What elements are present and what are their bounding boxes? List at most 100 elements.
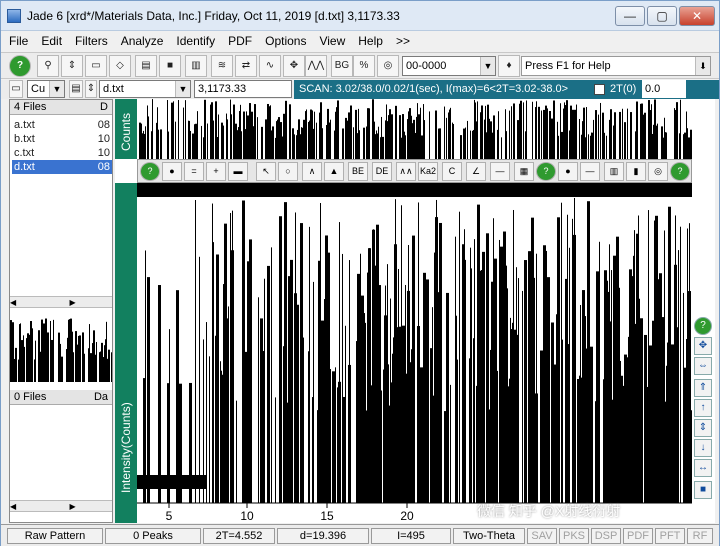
menu-edit[interactable]: Edit (33, 31, 67, 48)
file-row-b[interactable]: b.txt 10 (12, 132, 112, 146)
clear-icon[interactable]: C (442, 162, 462, 181)
close-button[interactable]: ✕ (679, 6, 715, 26)
angle-icon[interactable]: ∠ (466, 162, 486, 181)
pattern-line (630, 112, 632, 159)
print-icon[interactable]: ▤ (135, 55, 157, 77)
background-icon[interactable]: BG (331, 55, 353, 77)
help-icon[interactable]: ? (9, 55, 31, 77)
file-list-icon[interactable]: ▤ (69, 80, 83, 98)
pattern-line (90, 353, 92, 382)
column-icon[interactable]: ▮ (626, 162, 646, 181)
file-row-d-selected[interactable]: d.txt 08 (12, 160, 112, 174)
pattern-line (60, 343, 61, 382)
menu-help[interactable]: Help (350, 31, 388, 48)
menu-analyze[interactable]: Analyze (113, 31, 169, 48)
flat-icon[interactable]: — (490, 162, 510, 181)
smooth-pattern-icon[interactable]: ∿ (259, 55, 281, 77)
magnifier-icon[interactable]: ○ (278, 162, 298, 181)
scroll-up-icon[interactable]: ↑ (694, 399, 712, 417)
fill-peak-icon[interactable]: ▲ (324, 162, 344, 181)
maximize-button[interactable]: ▢ (647, 6, 677, 26)
file-row-c[interactable]: c.txt 10 (12, 146, 112, 160)
pdf-number-select[interactable]: 00-0000 ▼ (402, 56, 496, 76)
pattern-line (262, 135, 263, 159)
pattern-line (499, 239, 500, 503)
globe-icon[interactable]: ◎ (377, 55, 399, 77)
minus-icon[interactable]: = (184, 162, 204, 181)
right-help-icon[interactable]: ? (694, 317, 712, 335)
peak-fit-icon[interactable]: ∧ (302, 162, 322, 181)
pattern-line (683, 292, 684, 503)
menu-filters[interactable]: Filters (67, 31, 113, 48)
dash-icon[interactable]: — (580, 162, 600, 181)
background-edit-icon[interactable]: BE (348, 162, 368, 181)
file-select[interactable]: d.txt ▼ (99, 80, 191, 98)
stop-icon[interactable]: ● (162, 162, 182, 181)
pattern-line (368, 108, 370, 159)
target-select[interactable]: Cu ▼ (27, 80, 65, 98)
files-header: 4 Files D (10, 100, 112, 115)
bars-icon[interactable]: ▥ (604, 162, 624, 181)
menu-file[interactable]: File (1, 31, 33, 48)
pattern-line (486, 132, 487, 159)
plot-help-icon[interactable]: ? (140, 162, 160, 181)
pattern-line (194, 124, 195, 159)
pattern-line (207, 123, 208, 159)
twotheta-zero-checkbox[interactable] (594, 84, 605, 95)
open-folder-icon[interactable]: ▭ (85, 55, 107, 77)
plus-icon[interactable]: + (206, 162, 226, 181)
bar-pattern-icon[interactable]: ▥ (185, 55, 207, 77)
pattern-line (218, 114, 219, 159)
cursor-zoom-icon[interactable]: ↖ (256, 162, 276, 181)
pattern-line (622, 108, 623, 159)
target-icon[interactable]: ◎ (648, 162, 668, 181)
kalpha2-icon[interactable]: Ka2 (418, 162, 438, 181)
pattern-line (237, 130, 238, 159)
updown-arrows-icon[interactable]: ⇕ (61, 55, 83, 77)
file-list-scrollbar[interactable]: ◀ ▶ (10, 296, 112, 308)
grid-icon[interactable]: ▦ (514, 162, 534, 181)
flask-icon[interactable]: ♦ (498, 55, 520, 77)
expand-horizontal-icon[interactable]: ✥ (694, 337, 712, 355)
pattern-line (342, 128, 344, 159)
percent-icon[interactable]: % (353, 55, 375, 77)
menu-more[interactable]: >> (388, 31, 415, 48)
fit-vertical-icon[interactable]: ⇕ (694, 419, 712, 437)
minimize-button[interactable]: — (615, 6, 645, 26)
save-icon[interactable]: ■ (159, 55, 181, 77)
pattern-line (619, 111, 621, 159)
twotheta-zero-input[interactable]: 0.0 (642, 80, 686, 98)
spin-icon[interactable]: ⇕ (85, 80, 97, 98)
folder-icon[interactable]: ▭ (9, 80, 23, 98)
menu-identify[interactable]: Identify (168, 31, 220, 48)
menu-pdf[interactable]: PDF (220, 31, 257, 48)
menu-options[interactable]: Options (257, 31, 311, 48)
peak-pattern-icon[interactable]: ≋ (211, 55, 233, 77)
zoom-window-icon[interactable]: ▬ (228, 162, 248, 181)
stop-square-icon[interactable]: ■ (694, 481, 712, 499)
pattern-plot-area[interactable]: Counts ? ● = + ▬ ↖ ○ ∧ ▲ BE DE ∧∧ Ka2 C … (115, 99, 715, 523)
zero-file-list-scrollbar[interactable]: ◀ ▶ (10, 500, 112, 512)
stop2-icon[interactable]: ● (558, 162, 578, 181)
move-pattern-icon[interactable]: ✥ (283, 55, 305, 77)
compress-icon[interactable]: ⇔ (694, 357, 712, 375)
pin-icon[interactable]: ⚲ (37, 55, 59, 77)
file-row-a[interactable]: a.txt 08 (12, 118, 112, 132)
plot-help3-icon[interactable]: ? (670, 162, 690, 181)
menu-view[interactable]: View (311, 31, 350, 48)
pattern-line (377, 133, 378, 159)
pin-down-icon[interactable]: ⬇ (695, 57, 710, 75)
scroll-down-icon[interactable]: ↓ (694, 439, 712, 457)
eraser-icon[interactable]: ◇ (109, 55, 131, 77)
pattern-line (566, 100, 568, 159)
fit-horizontal-icon[interactable]: ↔ (694, 459, 712, 477)
pattern-line (183, 107, 184, 159)
compare-pattern-icon[interactable]: ⇄ (235, 55, 257, 77)
peaks-icon[interactable]: ⋀⋀ (305, 55, 327, 77)
scroll-up-fast-icon[interactable]: ⇑ (694, 379, 712, 397)
peak-search-icon[interactable]: ∧∧ (396, 162, 416, 181)
data-edit-icon[interactable]: DE (372, 162, 392, 181)
pattern-thumbnail (10, 318, 112, 382)
pattern-line (145, 126, 146, 159)
plot-help2-icon[interactable]: ? (536, 162, 556, 181)
